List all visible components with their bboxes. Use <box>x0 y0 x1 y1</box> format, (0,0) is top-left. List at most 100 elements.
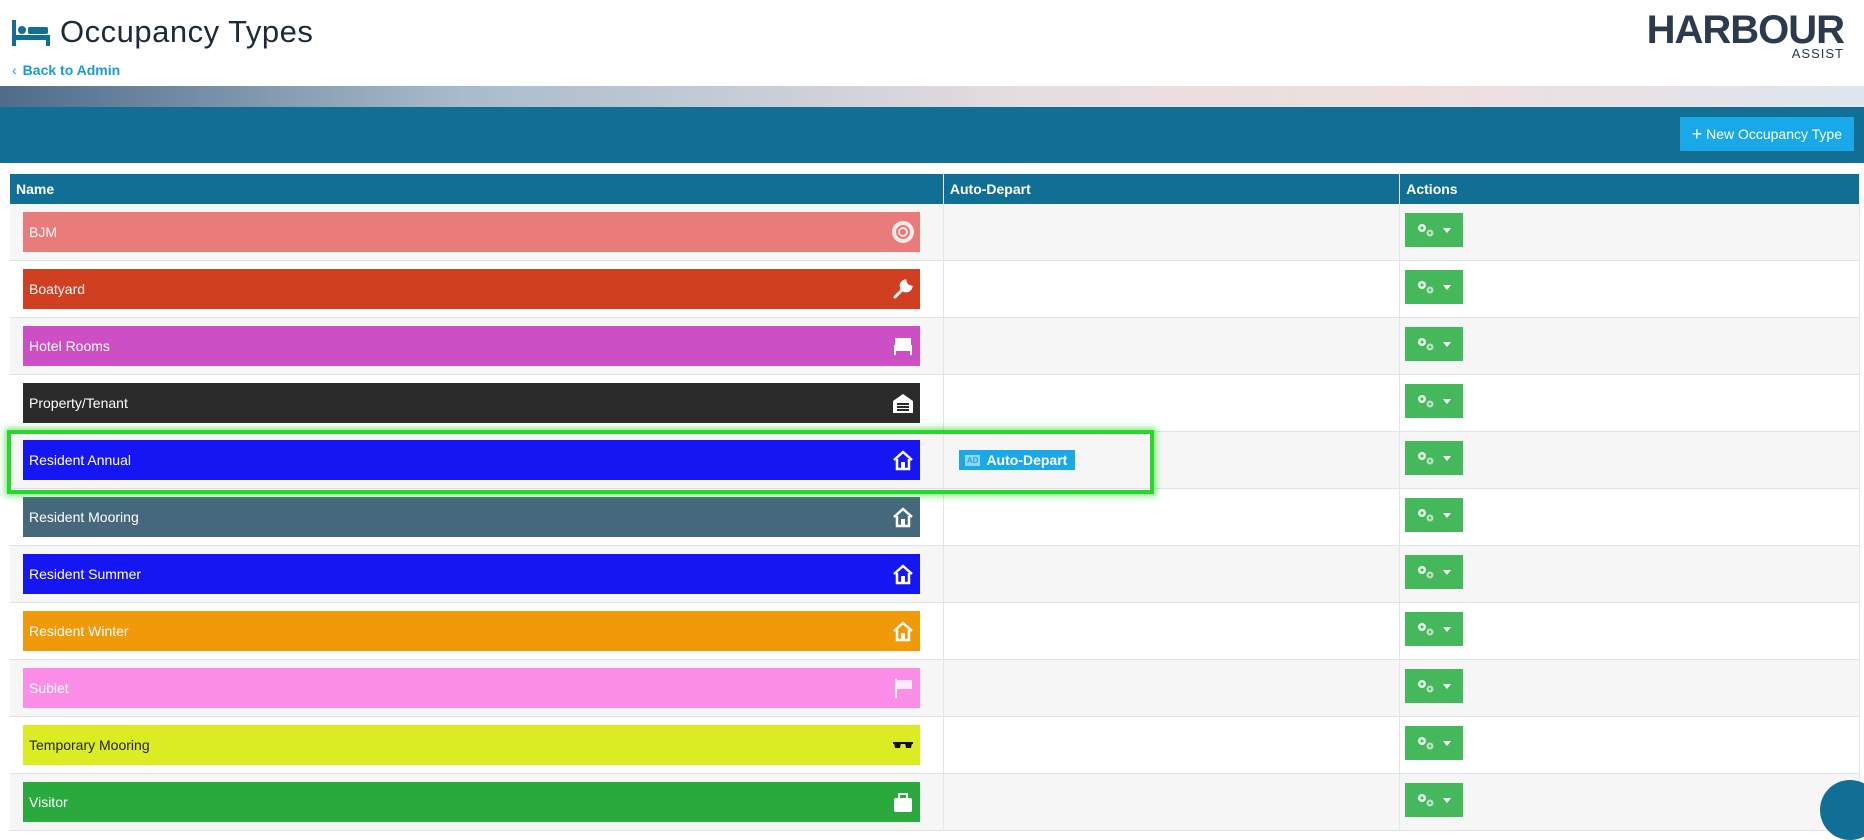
occupancy-type-label[interactable]: BJM <box>23 212 920 252</box>
occupancy-type-label[interactable]: Visitor <box>23 782 920 822</box>
bed-icon <box>12 20 50 46</box>
actions-dropdown-button[interactable] <box>1405 384 1464 418</box>
auto-depart-cell <box>943 374 1401 432</box>
actions-dropdown-button[interactable] <box>1405 555 1464 589</box>
name-cell: Sublet <box>10 659 944 717</box>
name-cell: BJM <box>10 204 944 261</box>
occupancy-type-name: Property/Tenant <box>29 395 128 411</box>
table-row: Resident Annual AD Auto-Depart <box>10 431 1860 489</box>
name-cell: Property/Tenant <box>10 374 944 432</box>
decorative-banner <box>0 86 1864 107</box>
occupancy-type-name: BJM <box>29 224 57 240</box>
actions-cell <box>1399 545 1860 603</box>
name-cell: Boatyard <box>10 260 944 318</box>
back-link-label: Back to Admin <box>22 62 121 78</box>
caret-down-icon <box>1443 342 1452 347</box>
table-header-row: Name Auto-Depart Actions <box>10 174 1860 204</box>
actions-dropdown-button[interactable] <box>1405 327 1464 361</box>
occupancy-type-name: Resident Mooring <box>29 509 139 525</box>
caret-down-icon <box>1443 513 1452 518</box>
auto-depart-cell: AD Auto-Depart <box>943 431 1401 489</box>
occupancy-type-label[interactable]: Resident Summer <box>23 554 920 594</box>
occupancy-type-label[interactable]: Sublet <box>23 668 920 708</box>
actions-cell <box>1399 773 1860 831</box>
house-icon <box>893 450 913 471</box>
caret-down-icon <box>1443 684 1452 689</box>
occupancy-type-name: Boatyard <box>29 281 86 297</box>
actions-cell <box>1399 374 1860 432</box>
table-row: Resident Winter <box>10 602 1860 660</box>
table-row: Resident Mooring <box>10 488 1860 546</box>
bed-icon <box>894 338 912 355</box>
occupancy-type-label[interactable]: Temporary Mooring <box>23 725 920 765</box>
name-cell: Resident Mooring <box>10 488 944 546</box>
auto-depart-cell <box>943 716 1401 774</box>
actions-dropdown-button[interactable] <box>1405 669 1464 703</box>
caret-down-icon <box>1443 627 1452 632</box>
new-occupancy-type-button[interactable]: + New Occupancy Type <box>1679 117 1854 151</box>
auto-depart-cell <box>943 204 1401 261</box>
gears-icon <box>1418 623 1434 636</box>
actions-dropdown-button[interactable] <box>1405 498 1464 532</box>
table-row: Resident Summer <box>10 545 1860 603</box>
caret-down-icon <box>1443 399 1452 404</box>
actions-cell <box>1399 204 1860 261</box>
gears-icon <box>1418 737 1434 750</box>
gears-icon <box>1418 338 1434 351</box>
actions-dropdown-button[interactable] <box>1405 441 1464 475</box>
wrench-icon <box>893 279 913 299</box>
new-button-label: New Occupancy Type <box>1706 126 1842 142</box>
page-header: Occupancy Types ‹ Back to Admin HARBOUR A… <box>0 0 1864 86</box>
occupancy-type-name: Resident Annual <box>29 452 131 468</box>
chevron-left-icon: ‹ <box>12 62 17 78</box>
name-cell: Temporary Mooring <box>10 716 944 774</box>
back-to-admin-link[interactable]: ‹ Back to Admin <box>12 62 120 78</box>
occupancy-types-table: Name Auto-Depart Actions BJM Boatyard Hote… <box>10 174 1860 831</box>
occupancy-type-name: Temporary Mooring <box>29 737 150 753</box>
toolbar: + New Occupancy Type <box>0 107 1864 163</box>
name-cell: Visitor <box>10 773 944 831</box>
gears-icon <box>1418 452 1434 465</box>
occupancy-type-label[interactable]: Boatyard <box>23 269 920 309</box>
sunglasses-icon <box>893 742 913 748</box>
occupancy-type-label[interactable]: Resident Annual <box>23 440 920 480</box>
auto-depart-cell <box>943 317 1401 375</box>
table-row: Hotel Rooms <box>10 317 1860 375</box>
caret-down-icon <box>1443 741 1452 746</box>
column-header-actions: Actions <box>1399 174 1860 204</box>
page-title: Occupancy Types <box>60 14 314 49</box>
actions-dropdown-button[interactable] <box>1405 612 1464 646</box>
gears-icon <box>1418 566 1434 579</box>
garage-icon <box>893 394 913 413</box>
occupancy-type-label[interactable]: Hotel Rooms <box>23 326 920 366</box>
house-icon <box>893 621 913 642</box>
caret-down-icon <box>1443 285 1452 290</box>
house-icon <box>893 507 913 528</box>
actions-cell <box>1399 602 1860 660</box>
occupancy-type-label[interactable]: Resident Mooring <box>23 497 920 537</box>
actions-dropdown-button[interactable] <box>1405 783 1464 817</box>
table-row: Boatyard <box>10 260 1860 318</box>
auto-depart-text: Auto-Depart <box>986 452 1068 468</box>
actions-dropdown-button[interactable] <box>1405 270 1464 304</box>
name-cell: Resident Annual <box>10 431 944 489</box>
column-header-auto-depart[interactable]: Auto-Depart <box>943 174 1401 204</box>
gears-icon <box>1418 281 1434 294</box>
gears-icon <box>1418 395 1434 408</box>
column-header-name[interactable]: Name <box>10 174 944 204</box>
occupancy-type-name: Sublet <box>29 680 69 696</box>
actions-cell <box>1399 488 1860 546</box>
table-row: Property/Tenant <box>10 374 1860 432</box>
auto-depart-cell <box>943 773 1401 831</box>
occupancy-type-label[interactable]: Property/Tenant <box>23 383 920 423</box>
actions-cell <box>1399 659 1860 717</box>
actions-dropdown-button[interactable] <box>1405 726 1464 760</box>
occupancy-type-name: Resident Summer <box>29 566 142 582</box>
auto-depart-cell <box>943 488 1401 546</box>
caret-down-icon <box>1443 228 1452 233</box>
actions-cell <box>1399 260 1860 318</box>
table-row: Temporary Mooring <box>10 716 1860 774</box>
occupancy-type-label[interactable]: Resident Winter <box>23 611 920 651</box>
actions-dropdown-button[interactable] <box>1405 213 1464 247</box>
auto-depart-icon: AD <box>964 455 981 466</box>
